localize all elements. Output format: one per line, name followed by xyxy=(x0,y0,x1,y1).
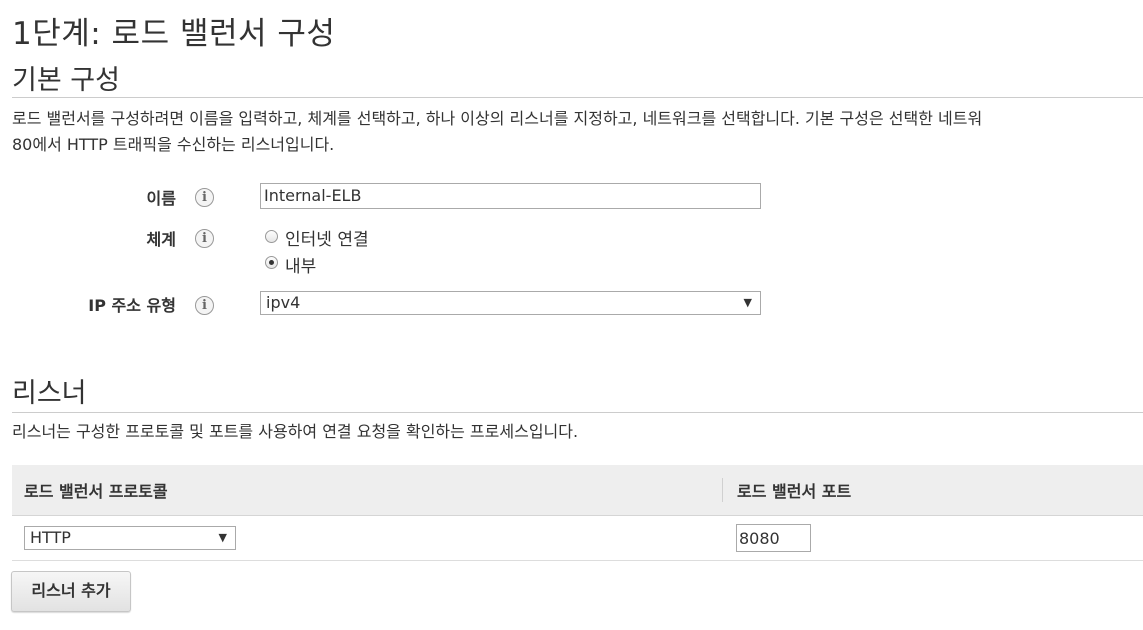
ip-address-type-label: IP 주소 유형 xyxy=(88,296,176,315)
scheme-option-internal-label[interactable]: 내부 xyxy=(285,252,316,277)
scheme-option-internet-facing-label[interactable]: 인터넷 연결 xyxy=(285,225,369,250)
column-header-protocol: 로드 밸런서 프로토콜 xyxy=(24,482,168,501)
column-separator xyxy=(722,478,723,502)
page-title: 1단계: 로드 밸런서 구성 xyxy=(12,16,336,52)
table-row-divider xyxy=(12,560,1143,561)
scheme-radio-internet-facing[interactable] xyxy=(265,230,278,243)
listeners-heading: 리스너 xyxy=(12,378,87,409)
name-label: 이름 xyxy=(146,189,176,208)
info-icon[interactable]: i xyxy=(195,229,214,248)
add-listener-button[interactable]: 리스너 추가 xyxy=(11,571,131,612)
divider xyxy=(12,97,1143,98)
protocol-value: HTTP xyxy=(30,528,71,547)
basic-config-description-line1: 로드 밸런서를 구성하려면 이름을 입력하고, 체계를 선택하고, 하나 이상의… xyxy=(12,109,983,128)
ip-address-type-value: ipv4 xyxy=(266,293,301,312)
info-icon[interactable]: i xyxy=(195,296,214,315)
info-icon[interactable]: i xyxy=(195,188,214,207)
listener-table-header xyxy=(12,465,1143,516)
radio-selected-dot xyxy=(269,260,274,265)
chevron-down-icon: ▼ xyxy=(743,296,752,309)
scheme-label: 체계 xyxy=(146,230,176,249)
basic-config-description-line2: 80에서 HTTP 트래픽을 수신하는 리스너입니다. xyxy=(12,135,335,154)
divider xyxy=(12,412,1143,413)
scheme-radio-internal[interactable] xyxy=(265,256,278,269)
chevron-down-icon: ▼ xyxy=(218,531,227,544)
port-input[interactable]: 8080 xyxy=(736,524,811,552)
column-header-port: 로드 밸런서 포트 xyxy=(737,482,852,501)
protocol-select[interactable]: HTTP ▼ xyxy=(24,526,236,550)
ip-address-type-select[interactable]: ipv4 ▼ xyxy=(260,291,761,315)
name-input[interactable]: Internal-ELB xyxy=(260,183,761,209)
listeners-description: 리스너는 구성한 프로토콜 및 포트를 사용하여 연결 요청을 확인하는 프로세… xyxy=(12,422,579,441)
basic-config-heading: 기본 구성 xyxy=(12,65,120,96)
